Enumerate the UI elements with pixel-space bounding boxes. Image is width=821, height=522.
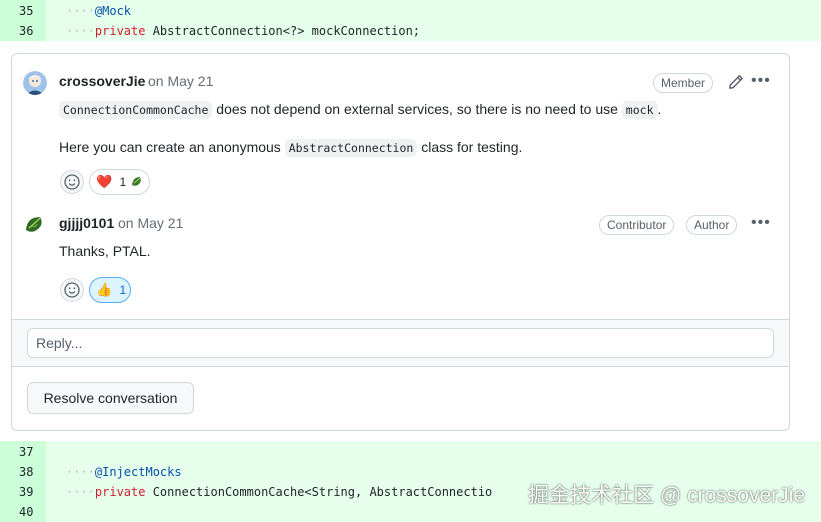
inline-code: mock [621, 101, 658, 119]
code-token: private [94, 24, 146, 38]
code-token: @Mock [94, 4, 132, 18]
comment-date[interactable]: on May 21 [118, 215, 183, 231]
diff-added-block-top: 35 ····@Mock 36 ····private AbstractConnect… [0, 0, 821, 41]
comment-text: Here you can create an anonymous [59, 139, 285, 155]
reply-input[interactable]: Reply... [27, 328, 774, 358]
code-line: ····private ConnectionCommonCache<String… [66, 482, 492, 502]
comment-body-line: Here you can create an anonymous Abstrac… [59, 136, 522, 159]
code-token: AbstractConnection<?> mockConnection; [145, 24, 421, 38]
resolve-conversation-button[interactable]: Resolve conversation [27, 382, 194, 414]
comment-author[interactable]: crossoverJie [59, 73, 145, 89]
author-badge: Author [686, 215, 738, 235]
avatar[interactable] [23, 71, 47, 95]
whitespace-marker: ···· [66, 4, 95, 18]
watermark: 掘金技术社区 @ crossoverJie [528, 484, 805, 507]
thumbs-up-reaction-button[interactable]: 👍 1 [89, 277, 131, 303]
code-token: @InjectMocks [94, 465, 182, 479]
contributor-badge: Contributor [599, 215, 675, 235]
code-line: ····@InjectMocks [66, 462, 182, 482]
code-token: ConnectionCommonCache<String, AbstractCo… [145, 485, 493, 499]
whitespace-marker: ···· [66, 465, 95, 479]
kebab-menu-icon[interactable]: ••• [751, 73, 771, 89]
comment-text: Thanks, PTAL. [59, 243, 151, 259]
pencil-icon[interactable] [728, 74, 746, 92]
diff-line: 36 ····private AbstractConnection<?> mock… [0, 21, 821, 41]
heart-reaction-button[interactable]: ❤️ 1 [89, 169, 150, 195]
avatar[interactable] [23, 213, 47, 237]
comment-author[interactable]: gjjjj0101 [59, 215, 114, 231]
inline-code: AbstractConnection [284, 139, 418, 157]
add-reaction-button[interactable] [60, 170, 84, 194]
reaction-count: 1 [119, 283, 127, 297]
whitespace-marker: ···· [66, 24, 95, 38]
whitespace-marker: ···· [66, 485, 95, 499]
line-number[interactable]: 38 [0, 462, 46, 482]
line-number[interactable]: 37 [0, 442, 46, 462]
comment-date[interactable]: on May 21 [148, 73, 213, 89]
code-line: ····@Mock [66, 1, 131, 21]
line-number[interactable]: 40 [0, 502, 46, 522]
comment-text: . [657, 101, 662, 117]
comment-text: does not depend on external services, so… [212, 101, 622, 117]
heart-icon: ❤️ [96, 174, 113, 189]
line-number[interactable]: 39 [0, 482, 46, 502]
code-line: ····private AbstractConnection<?> mockCo… [66, 21, 420, 41]
thumbs-up-icon: 👍 [96, 282, 113, 297]
comment-body-line: ConnectionCommonCache does not depend on… [59, 98, 661, 121]
kebab-menu-icon[interactable]: ••• [751, 215, 771, 231]
inline-code: ConnectionCommonCache [59, 101, 213, 119]
reactor-avatar [129, 174, 145, 190]
comment-text: class for testing. [417, 139, 523, 155]
line-number[interactable]: 36 [0, 21, 46, 41]
member-badge: Member [653, 73, 714, 93]
line-number[interactable]: 35 [0, 1, 46, 21]
diff-line: 37 [0, 442, 821, 462]
reply-area: Reply... [12, 319, 789, 367]
review-conversation: crossoverJie on May 21 Member ••• Connec… [11, 53, 790, 431]
code-token: private [94, 485, 146, 499]
add-reaction-button[interactable] [60, 278, 84, 302]
reaction-count: 1 [119, 175, 127, 189]
diff-line: 35 ····@Mock [0, 1, 821, 21]
